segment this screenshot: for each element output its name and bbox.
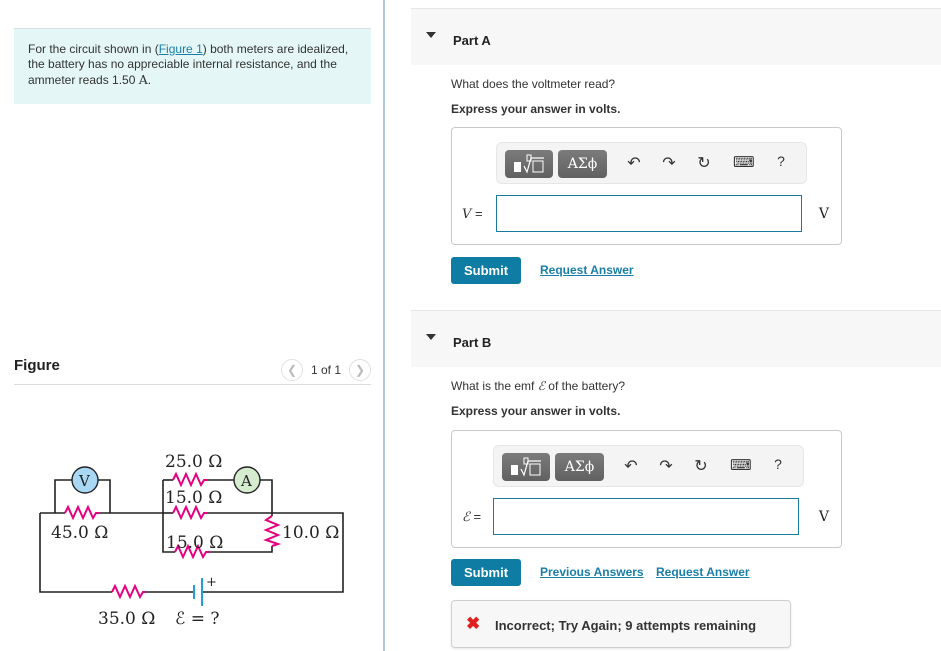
figure-header: Figure ❮ 1 of 1 ❯: [14, 355, 371, 385]
wire: [260, 479, 273, 513]
battery: +: [193, 575, 217, 606]
emf-answer-input[interactable]: [493, 498, 799, 535]
label-25-ohm: 25.0 Ω: [165, 452, 222, 472]
templates-icon: [511, 457, 541, 477]
figure-nav: ❮ 1 of 1 ❯: [280, 359, 371, 381]
figure-counter: 1 of 1: [310, 363, 341, 377]
voltmeter-answer-input[interactable]: [496, 195, 802, 232]
part-b-header[interactable]: Part B: [411, 310, 941, 367]
undo-icon[interactable]: ↶: [624, 153, 644, 173]
emf-symbol: ℰ: [537, 379, 545, 393]
keyboard-icon[interactable]: ⌨: [733, 153, 755, 171]
undo-icon[interactable]: ↶: [621, 456, 641, 476]
voltmeter-label: V: [78, 472, 91, 490]
next-figure-button[interactable]: ❯: [349, 359, 371, 381]
variable-label: ℰ =: [462, 509, 481, 525]
wire: [97, 479, 111, 513]
problem-statement: For the circuit shown in (Figure 1) both…: [14, 28, 371, 104]
label-15-ohm-top: 15.0 Ω: [165, 488, 222, 508]
panel-divider[interactable]: [383, 0, 385, 651]
help-icon[interactable]: ?: [768, 456, 788, 472]
figure-link[interactable]: Figure 1: [159, 42, 203, 56]
questions-panel: Part A What does the voltmeter read? Exp…: [411, 0, 941, 651]
part-a-title: Part A: [453, 33, 491, 48]
chevron-right-icon: ❯: [354, 363, 366, 377]
redo-icon[interactable]: ↷: [656, 456, 676, 476]
previous-answers-link[interactable]: Previous Answers: [540, 565, 644, 579]
resistor-45: [64, 504, 99, 521]
variable-symbol: ℰ: [462, 510, 470, 525]
incorrect-x-icon: ✖: [466, 614, 481, 633]
chevron-left-icon: ❮: [286, 363, 297, 377]
templates-button[interactable]: [502, 453, 550, 481]
part-a-instruction: Express your answer in volts.: [451, 102, 621, 116]
reset-icon[interactable]: ↻: [694, 153, 714, 173]
figure-title: Figure: [14, 357, 60, 374]
part-b-instruction: Express your answer in volts.: [451, 404, 621, 418]
label-35-ohm: 35.0 Ω: [98, 609, 155, 629]
resistor-15-top: [172, 504, 207, 521]
prev-figure-button[interactable]: ❮: [280, 359, 303, 381]
period: .: [147, 73, 152, 87]
part-b-submit-button[interactable]: Submit: [451, 559, 521, 586]
feedback-message: ✖ Incorrect; Try Again; 9 attempts remai…: [451, 600, 791, 648]
feedback-text: Incorrect; Try Again; 9 attempts remaini…: [495, 618, 757, 633]
part-b-request-answer-link[interactable]: Request Answer: [656, 565, 750, 579]
equals-sign: =: [475, 206, 483, 221]
part-a-header[interactable]: Part A: [411, 8, 941, 65]
caret-down-icon: [426, 32, 436, 38]
part-b-answer-box: ΑΣϕ ↶ ↷ ↻ ⌨ ? ℰ = V: [451, 430, 842, 548]
label-10-ohm: 10.0 Ω: [282, 523, 339, 543]
ammeter: A: [233, 466, 261, 494]
problem-text: For the circuit shown in (: [28, 42, 159, 56]
variable-label: V =: [462, 206, 483, 222]
battery-plus: +: [206, 575, 217, 590]
voltmeter: V: [71, 466, 99, 494]
part-a-submit-button[interactable]: Submit: [451, 257, 521, 284]
unit-label: V: [818, 509, 829, 525]
part-b-question: What is the emf ℰ of the battery?: [451, 379, 625, 393]
problem-panel: For the circuit shown in (Figure 1) both…: [0, 0, 384, 651]
ampere-unit: A: [138, 72, 148, 87]
label-15-ohm-bottom: 15.0 Ω: [166, 533, 223, 553]
equals-sign: =: [473, 509, 482, 524]
part-a-answer-box: ΑΣϕ ↶ ↷ ↻ ⌨ ? V = V: [451, 127, 842, 245]
math-toolbar: ΑΣϕ ↶ ↷ ↻ ⌨ ?: [493, 445, 804, 487]
reset-icon[interactable]: ↻: [691, 456, 711, 476]
resistor-25: [172, 471, 207, 488]
templates-button[interactable]: [505, 150, 553, 178]
templates-icon: [514, 154, 544, 174]
question-text: What is the emf: [451, 379, 538, 393]
greek-symbols-button[interactable]: ΑΣϕ: [558, 150, 607, 178]
label-emf: ℰ = ?: [175, 609, 219, 629]
ammeter-label: A: [240, 472, 252, 490]
circuit-diagram: + V A 25.0 Ω 15.0 Ω 15.0 Ω 45.0 Ω 10.0 Ω…: [39, 452, 344, 629]
label-45-ohm: 45.0 Ω: [51, 523, 108, 543]
part-b-title: Part B: [453, 335, 492, 350]
keyboard-icon[interactable]: ⌨: [730, 456, 752, 474]
caret-down-icon: [426, 334, 436, 340]
redo-icon[interactable]: ↷: [659, 153, 679, 173]
variable-symbol: V: [462, 207, 472, 222]
resistor-35: [111, 583, 145, 600]
unit-label: V: [818, 206, 829, 222]
greek-symbols-button[interactable]: ΑΣϕ: [555, 453, 604, 481]
question-text-cont: of the battery?: [544, 379, 626, 393]
help-icon[interactable]: ?: [771, 153, 791, 169]
resistor-10: [263, 515, 282, 547]
part-a-question: What does the voltmeter read?: [451, 77, 616, 91]
part-a-request-answer-link[interactable]: Request Answer: [540, 263, 634, 277]
math-toolbar: ΑΣϕ ↶ ↷ ↻ ⌨ ?: [496, 142, 807, 184]
